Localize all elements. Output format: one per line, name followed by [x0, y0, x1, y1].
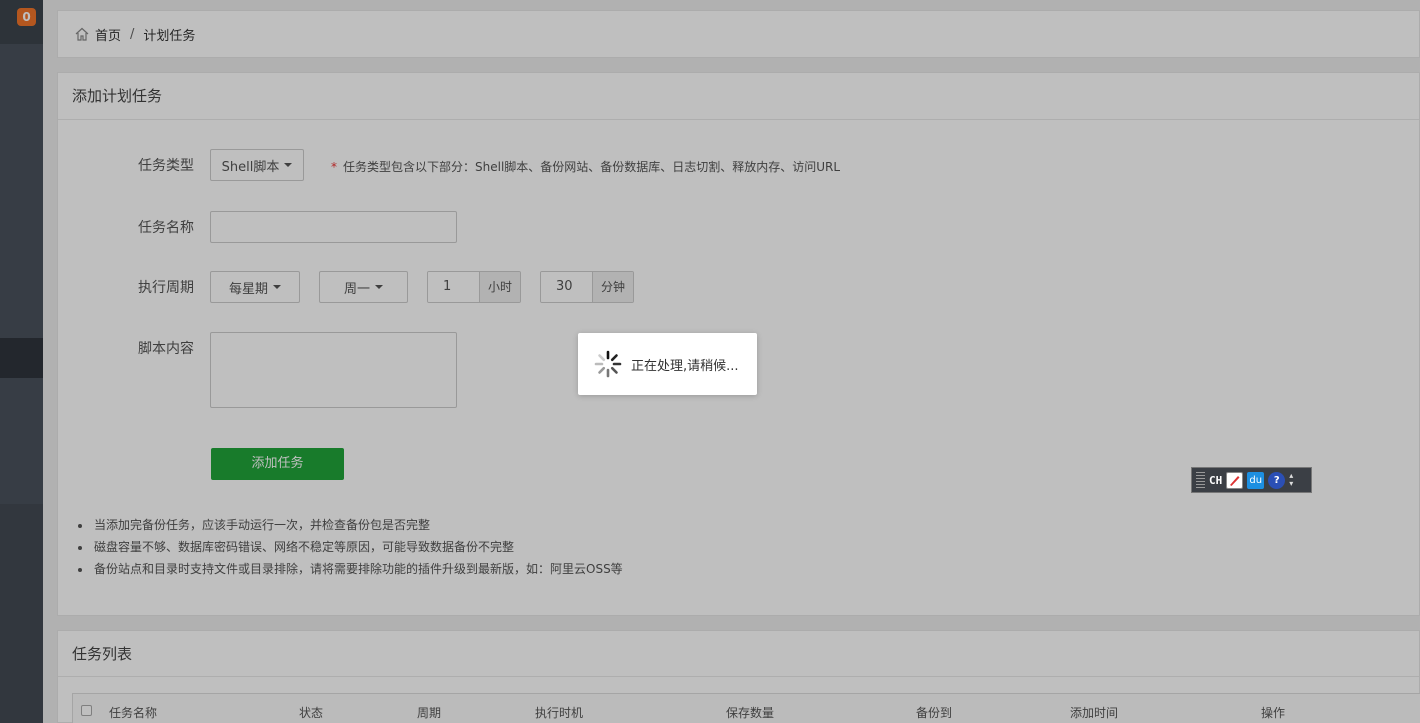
ime-lang[interactable]: CH — [1209, 474, 1222, 487]
drag-handle-icon[interactable] — [1196, 472, 1205, 488]
menu-arrows-icon[interactable]: ▴ ▾ — [1289, 472, 1293, 488]
loading-dialog: 正在处理,请稍候... — [578, 333, 757, 395]
spinner-icon — [594, 350, 622, 378]
pen-icon[interactable] — [1226, 471, 1244, 489]
loading-text: 正在处理,请稍候... — [631, 358, 739, 374]
help-icon[interactable]: ? — [1268, 471, 1286, 489]
ime-toolbar[interactable]: CH du ? ▴ ▾ — [1191, 467, 1312, 493]
du-icon[interactable]: du — [1247, 471, 1265, 489]
